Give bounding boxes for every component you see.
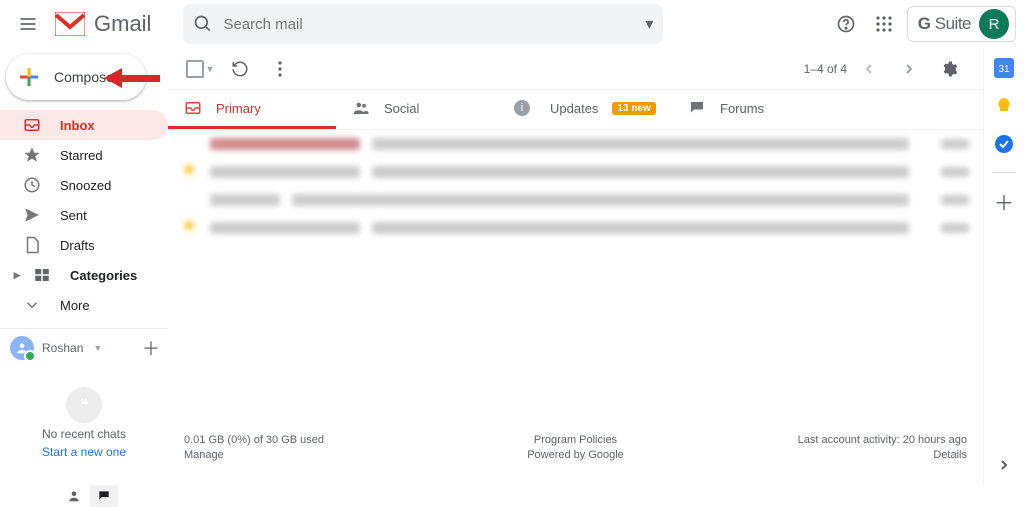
sidebar-item-inbox[interactable]: Inbox (0, 110, 168, 140)
gmail-logo-icon (50, 4, 90, 44)
clock-icon (22, 176, 42, 194)
caret-down-icon: ▼ (93, 343, 102, 353)
gmail-logo-text: Gmail (94, 11, 151, 37)
account-avatar[interactable]: R (979, 9, 1009, 39)
message-count: 1–4 of 4 (804, 62, 847, 76)
main-footer: 0.01 GB (0%) of 30 GB used Manage Progra… (168, 434, 983, 485)
side-panel: 31 ＋ (984, 48, 1024, 485)
sidebar-label: Sent (60, 208, 87, 223)
storage-used-text: 0.01 GB (0%) of 30 GB used (184, 434, 445, 446)
sidebar-item-starred[interactable]: Starred (0, 140, 168, 170)
activity-details-link[interactable]: Details (933, 449, 967, 461)
search-options-dropdown-icon[interactable]: ▾ (645, 14, 653, 34)
collapse-panel-button[interactable] (994, 455, 1014, 475)
send-icon (22, 206, 42, 224)
tab-social[interactable]: Social (336, 90, 504, 129)
settings-gear-icon[interactable] (931, 51, 967, 87)
more-actions-button[interactable] (262, 51, 298, 87)
app-header: Gmail ▾ G G SuiteSuite R (0, 0, 1024, 48)
message-row[interactable] (168, 186, 983, 214)
hangouts-chat-tab[interactable] (90, 485, 118, 507)
google-apps-icon[interactable] (865, 5, 903, 43)
forums-tab-icon (688, 99, 706, 117)
manage-storage-link[interactable]: Manage (184, 449, 445, 461)
social-tab-icon (352, 99, 370, 117)
mail-toolbar: ▼ 1–4 of 4 (168, 48, 983, 90)
select-all-checkbox[interactable]: ▼ (182, 51, 218, 87)
last-activity-text: Last account activity: 20 hours ago (798, 434, 967, 446)
chevron-right-icon: ▸ (12, 267, 22, 283)
hangouts-header: Roshan ▼ ＋ (0, 328, 168, 361)
sidebar-label: Snoozed (60, 178, 111, 193)
message-row[interactable] (168, 130, 983, 158)
inbox-icon (22, 116, 42, 134)
message-row[interactable] (168, 214, 983, 242)
tasks-addon-icon[interactable] (994, 134, 1014, 154)
hangouts-bottom-tabs (60, 485, 120, 507)
hamburger-menu-icon[interactable] (8, 4, 48, 44)
sidebar-label: Drafts (60, 238, 95, 253)
hangouts-user[interactable]: Roshan ▼ (10, 336, 102, 360)
svg-text:31: 31 (998, 64, 1010, 75)
star-icon (22, 146, 42, 164)
hangouts-empty-state: ❝ No recent chats Start a new one (0, 361, 168, 485)
new-conversation-button[interactable]: ＋ (142, 335, 160, 361)
support-icon[interactable] (827, 5, 865, 43)
chevron-down-icon (22, 296, 42, 314)
calendar-addon-icon[interactable]: 31 (994, 58, 1014, 78)
powered-by-text: Powered by Google (527, 449, 624, 461)
sidebar-item-categories[interactable]: ▸ Categories (0, 260, 168, 290)
categories-icon (32, 266, 52, 284)
sidebar: Compose Inbox Starred Snoozed Sent (0, 48, 168, 485)
next-page-button[interactable] (891, 51, 927, 87)
annotation-arrow (104, 68, 160, 88)
hangouts-contacts-tab[interactable] (60, 485, 88, 507)
prev-page-button[interactable] (851, 51, 887, 87)
updates-badge: 13 new (612, 102, 655, 115)
sidebar-nav: Inbox Starred Snoozed Sent Drafts ▸ C (0, 110, 168, 320)
sidebar-label: Inbox (60, 118, 95, 133)
get-addons-button[interactable]: ＋ (994, 191, 1014, 211)
search-input[interactable] (223, 16, 645, 33)
hangouts-username: Roshan (42, 341, 83, 355)
tab-forums[interactable]: Forums (672, 90, 840, 129)
search-icon (193, 14, 213, 34)
sidebar-label: Starred (60, 148, 103, 163)
tab-updates[interactable]: i Updates 13 new (504, 90, 672, 129)
tab-label: Updates (550, 101, 598, 116)
no-chats-text: No recent chats (42, 427, 126, 441)
tab-label: Primary (216, 101, 261, 116)
main-pane: ▼ 1–4 of 4 Primary Social i Updates 13 n… (168, 48, 984, 485)
search-bar[interactable]: ▾ (183, 4, 663, 44)
gsuite-badge[interactable]: G G SuiteSuite R (907, 6, 1016, 42)
sidebar-item-sent[interactable]: Sent (0, 200, 168, 230)
info-icon: i (514, 100, 530, 116)
message-list (168, 130, 983, 242)
tab-label: Social (384, 101, 419, 116)
file-icon (22, 236, 42, 254)
refresh-button[interactable] (222, 51, 258, 87)
sidebar-item-more[interactable]: More (0, 290, 168, 320)
sidebar-label: More (60, 298, 90, 313)
program-policies-link[interactable]: Program Policies (534, 434, 617, 446)
keep-addon-icon[interactable] (994, 96, 1014, 116)
compose-plus-icon (16, 64, 42, 90)
sidebar-item-snoozed[interactable]: Snoozed (0, 170, 168, 200)
primary-tab-icon (184, 99, 202, 117)
message-row[interactable] (168, 158, 983, 186)
start-new-chat-link[interactable]: Start a new one (42, 445, 126, 459)
sidebar-item-drafts[interactable]: Drafts (0, 230, 168, 260)
sidebar-label: Categories (70, 268, 137, 283)
tab-label: Forums (720, 101, 764, 116)
chat-bubble-icon: ❝ (66, 387, 102, 423)
tab-primary[interactable]: Primary (168, 90, 336, 129)
user-avatar-icon (10, 336, 34, 360)
category-tabs: Primary Social i Updates 13 new Forums (168, 90, 983, 130)
